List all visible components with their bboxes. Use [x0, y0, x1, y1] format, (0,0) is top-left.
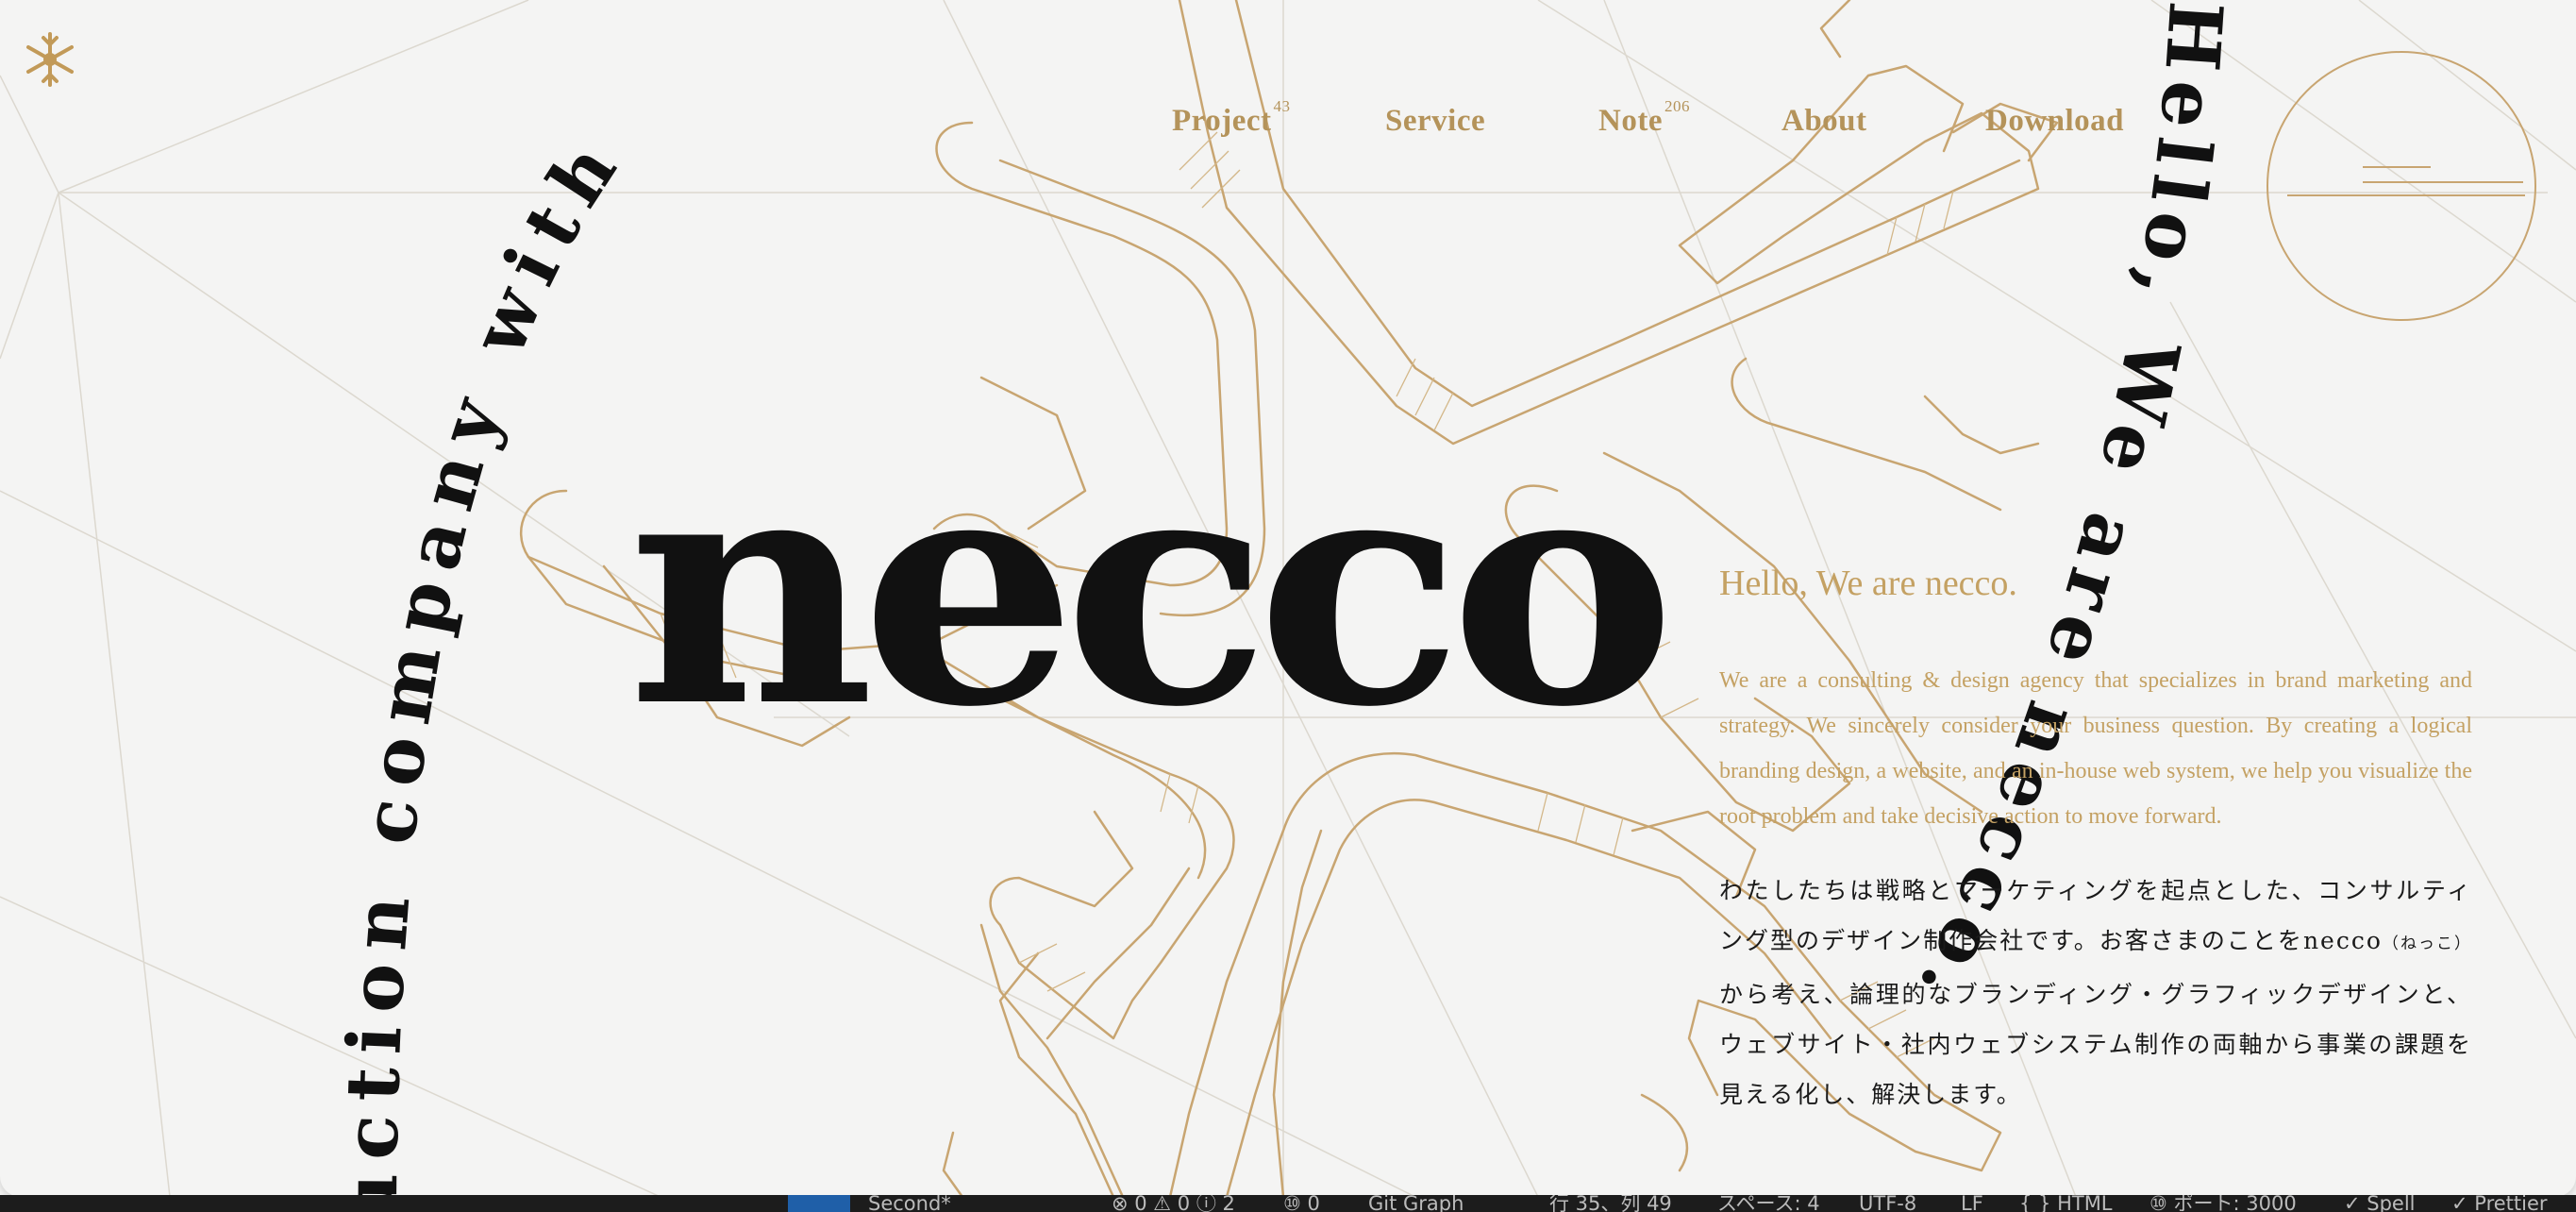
intro-description-ja: わたしたちは戦略とマーケティングを起点とした、コンサルティング型のデザイン制作会…	[1719, 866, 2472, 1119]
editor-status-bar: Second* ⊗ 0 ⚠ 0 ⓘ 2 ⑩ 0 Git Graph 行 35、列…	[0, 1195, 2576, 1212]
nav-item-service[interactable]: Service	[1385, 104, 1485, 139]
menu-line	[2363, 181, 2523, 183]
nav-label: Note	[1598, 104, 1663, 138]
spell-check-indicator[interactable]: ✓ Spell	[2344, 1195, 2416, 1212]
circle-menu-icon[interactable]	[2267, 51, 2536, 321]
ja-text-small: （ねっこ）	[2382, 934, 2473, 953]
site-page: uction company with Hello, We are necco.…	[0, 0, 2576, 1197]
nav-label: Project	[1172, 104, 1272, 138]
encoding-indicator[interactable]: UTF-8	[1859, 1195, 1916, 1212]
menu-line	[2287, 194, 2525, 196]
ports-indicator[interactable]: ⑩ 0	[1283, 1195, 1320, 1212]
nav-item-project[interactable]: Project 43	[1172, 97, 1290, 139]
problems-indicator[interactable]: ⊗ 0 ⚠ 0 ⓘ 2	[1112, 1195, 1235, 1212]
branch-indicator[interactable]: Second*	[868, 1195, 951, 1212]
ja-text-part: から考え、論理的なブランディング・グラフィックデザインと、ウェブサイト・社内ウェ…	[1719, 981, 2472, 1108]
nav-label: Service	[1385, 104, 1486, 138]
snowflake-logo-icon[interactable]	[17, 26, 83, 93]
page: uction company with Hello, We are necco.…	[0, 0, 2576, 1212]
nav-count-badge: 206	[1664, 97, 1690, 115]
live-server-port[interactable]: ⑩ ポート: 3000	[2149, 1195, 2297, 1212]
intro-title: Hello, We are necco.	[1719, 564, 2017, 603]
nav-item-about[interactable]: About	[1781, 104, 1867, 139]
arc-text-left: uction company with	[328, 118, 641, 1197]
language-indicator[interactable]: { } HTML	[2019, 1195, 2113, 1212]
prettier-indicator[interactable]: ✓ Prettier	[2451, 1195, 2548, 1212]
necco-wordmark: necco	[627, 401, 1676, 778]
ja-text-part: わたしたちは戦略とマーケティングを起点とした、コンサルティング型のデザイン制作会…	[1719, 877, 2472, 954]
remote-indicator[interactable]	[788, 1195, 850, 1212]
nav-count-badge: 43	[1273, 97, 1291, 115]
intro-description-en: We are a consulting & design agency that…	[1719, 668, 2472, 829]
cursor-position[interactable]: 行 35、列 49	[1549, 1195, 1672, 1212]
eol-indicator[interactable]: LF	[1961, 1195, 1983, 1212]
nav-label: Download	[1985, 104, 2125, 138]
indentation-indicator[interactable]: スペース: 4	[1717, 1195, 1820, 1212]
nav-item-download[interactable]: Download	[1985, 104, 2124, 139]
nav-label: About	[1781, 104, 1867, 138]
git-graph-button[interactable]: Git Graph	[1368, 1195, 1464, 1212]
nav-item-note[interactable]: Note 206	[1598, 97, 1690, 139]
menu-line	[2363, 166, 2431, 168]
